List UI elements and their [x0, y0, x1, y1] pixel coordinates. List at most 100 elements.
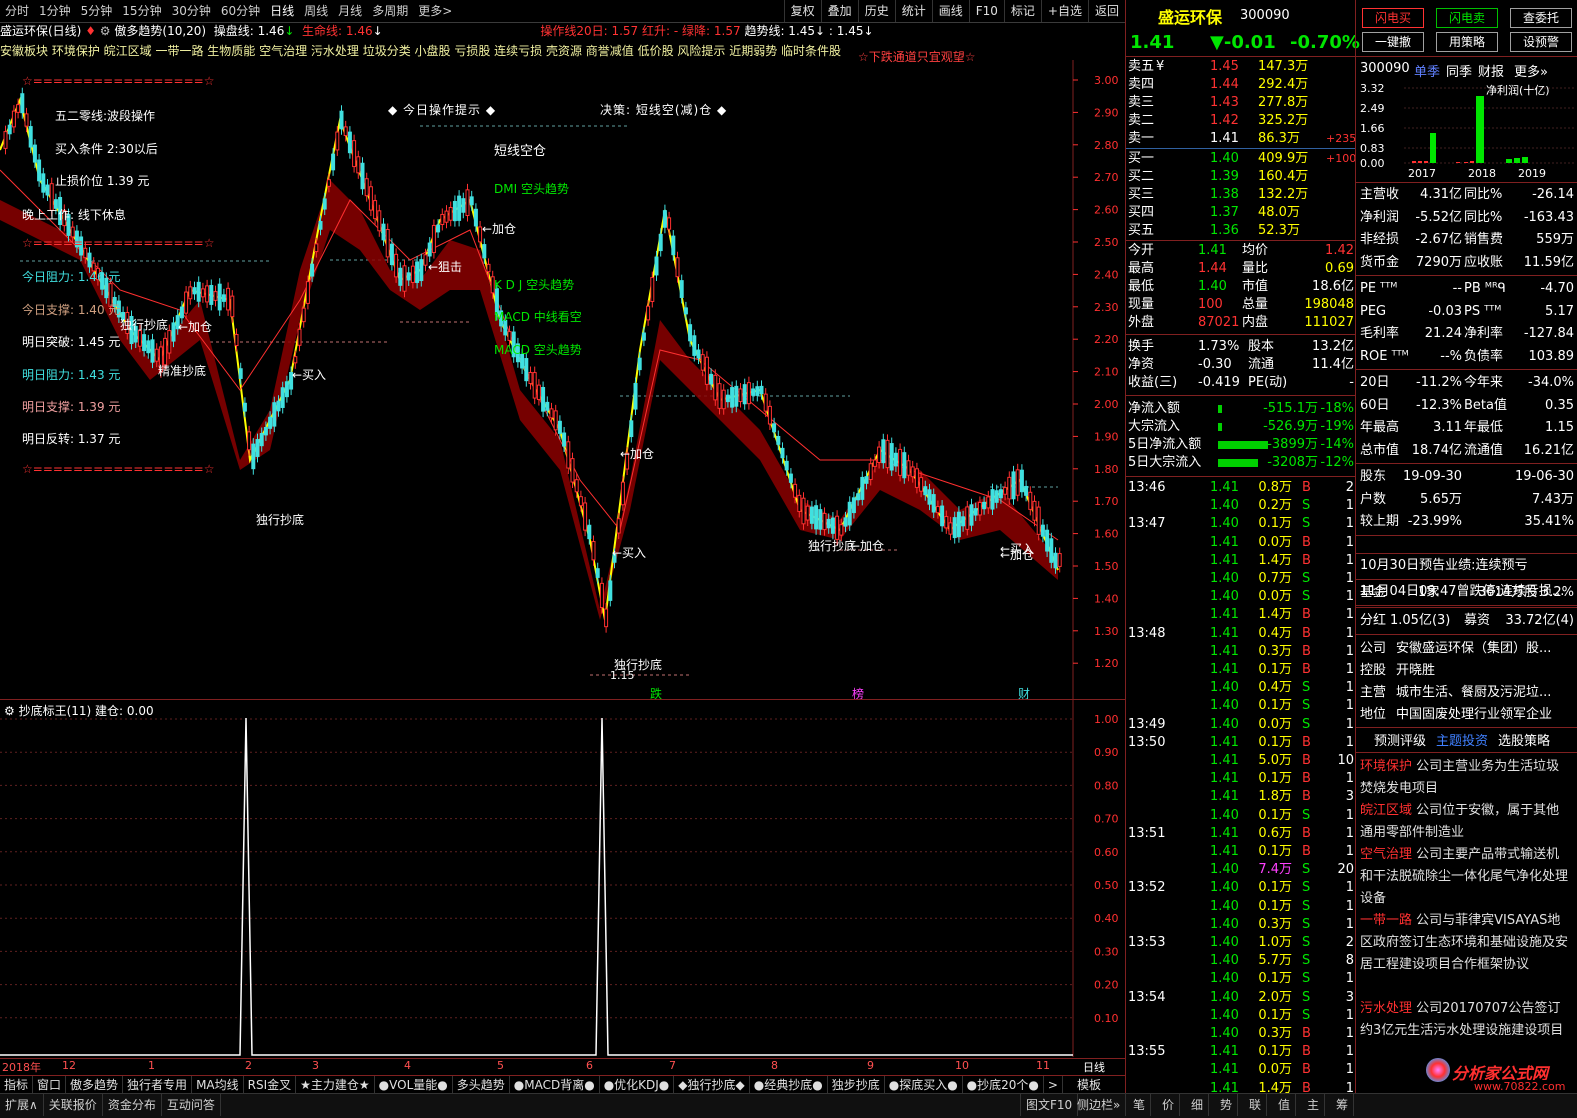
tab-daily[interactable]: 日线	[265, 0, 299, 22]
theme-item[interactable]: 一带一路 公司与菲律宾VISAYAS地区政府签订生态环境和基础设施及安居工程建设…	[1360, 910, 1572, 976]
tab-kdj[interactable]: ●优化KDJ●	[600, 1076, 675, 1094]
set-alert-button[interactable]: 设预警	[1510, 32, 1572, 52]
bid-row[interactable]: 买四 1.37 48.0万	[1126, 204, 1356, 222]
tab-vol[interactable]: ●VOL量能●	[375, 1076, 453, 1094]
bid-row[interactable]: 买三 1.38 132.2万	[1126, 186, 1356, 204]
theme-item[interactable]: 皖江区域 公司位于安徽，属于其他通用零部件制造业	[1360, 800, 1572, 844]
tab-duxing[interactable]: 独行者专用	[123, 1076, 193, 1094]
tab-duotou[interactable]: 多头趋势	[453, 1076, 510, 1094]
tab-aoduo[interactable]: 傲多趋势	[66, 1076, 124, 1094]
tab-zhuli[interactable]: ★主力建仓★	[296, 1076, 375, 1094]
tab-duxing-chaodi[interactable]: ◆独行抄底◆	[674, 1076, 750, 1094]
tick-row: 1.40 0.3万 S 1	[1126, 916, 1356, 934]
tab-1min[interactable]: 1分钟	[34, 0, 76, 22]
ask-row[interactable]: 卖二 1.42 325.2万	[1126, 112, 1356, 130]
tab-scroll-right[interactable]: >	[1044, 1076, 1063, 1094]
mark-button[interactable]: 标记	[1003, 0, 1041, 22]
tab-30min[interactable]: 30分钟	[167, 0, 216, 22]
theme-item[interactable]: 环境保护 公司主营业务为生活垃圾焚烧发电项目	[1360, 756, 1572, 800]
candle	[1028, 491, 1033, 510]
tab-tandi[interactable]: ●探底买入●	[885, 1076, 963, 1094]
stats-button[interactable]: 统计	[894, 0, 932, 22]
tab-weekly[interactable]: 周线	[299, 0, 333, 22]
candle	[368, 186, 373, 211]
div-value: 1.05亿(3)	[1390, 613, 1451, 628]
tab-indicator[interactable]: 指标	[0, 1076, 34, 1094]
restore-rights-button[interactable]: 复权	[783, 0, 821, 22]
sidebar-button[interactable]: 侧边栏»	[1072, 1094, 1127, 1116]
news-forecast[interactable]: 10月30日预告业绩:连续预亏	[1360, 555, 1572, 577]
settings-icon[interactable]: ⚙	[100, 24, 111, 38]
bid-row[interactable]: 买一 1.40 409.9万 +100	[1126, 150, 1356, 168]
back-button[interactable]: 返回	[1087, 0, 1125, 22]
f10-value: -0.03	[1428, 303, 1462, 319]
related-quote-button[interactable]: 关联报价	[44, 1094, 103, 1116]
fund-dist-button[interactable]: 资金分布	[103, 1094, 162, 1116]
tab-15min[interactable]: 15分钟	[117, 0, 166, 22]
tab-jingdian[interactable]: ●经典抄底●	[750, 1076, 828, 1094]
signal-add-4: ←加仓	[850, 539, 885, 553]
f10-text-button[interactable]: 图文F10	[1020, 1094, 1079, 1116]
watermark-url: www.70822.com	[1474, 1080, 1566, 1093]
use-strategy-button[interactable]: 用策略	[1436, 32, 1498, 52]
tick-row: 13:48 1.41 0.4万 B 1	[1126, 625, 1356, 643]
price-tick: 2.60	[1094, 204, 1119, 217]
tab-more[interactable]: 更多>	[413, 0, 457, 22]
tick-direction: B	[1302, 643, 1311, 659]
tab-window[interactable]: 窗口	[33, 1076, 67, 1094]
tick-count: 1	[1345, 825, 1354, 841]
sub-indicator-chart[interactable]: 1.00 0.90 0.80 0.70 0.60 0.50 0.40 0.30 0.20 0.10	[0, 700, 1125, 1057]
f10-button[interactable]: F10	[968, 0, 1004, 22]
theme-item[interactable]: 污水处理 公司20170707公告签订约3亿元生活污水处理设施建设项目	[1360, 998, 1572, 1042]
ask-row[interactable]: 卖一 1.41 86.3万 +235	[1126, 130, 1356, 148]
bid-row[interactable]: 买二 1.39 160.4万	[1126, 168, 1356, 186]
flash-buy-button[interactable]: 闪电买	[1362, 8, 1424, 28]
kdj-hint: K D J 空头趋势	[494, 278, 575, 292]
flash-sell-button[interactable]: 闪电卖	[1436, 8, 1498, 28]
kline-chart[interactable]: 3.00 2.90 2.80 2.70 2.60 2.50 2.40 2.30 2.20 2.10…	[0, 60, 1125, 700]
tab-fenshi[interactable]: 分时	[0, 0, 34, 22]
candle	[314, 243, 319, 253]
tick-count: 1	[1345, 734, 1354, 750]
tab-stock-strategy[interactable]: 选股策略	[1498, 730, 1550, 749]
tab-multi-period[interactable]: 多周期	[367, 0, 413, 22]
tab-forecast-rating[interactable]: 预测评级	[1374, 730, 1426, 749]
tab-ma[interactable]: MA均线	[192, 1076, 244, 1094]
candle	[209, 284, 214, 305]
indicator-name[interactable]: 傲多趋势(10,20)	[114, 24, 206, 38]
candle	[11, 110, 16, 128]
template-button[interactable]: 模板	[1073, 1076, 1105, 1094]
tick-direction: S	[1302, 498, 1311, 514]
tab-dubu[interactable]: 独步抄底	[828, 1076, 885, 1094]
tab-monthly[interactable]: 月线	[333, 0, 367, 22]
tick-volume: 0.3万	[1258, 916, 1292, 932]
op20-value: 操作线20日: 1.57	[540, 24, 639, 38]
currency-mark: ¥	[1156, 59, 1165, 74]
theme-item[interactable]: 空气治理 公司主要产品带式输送机和干法脱硫除尘一体化尾气净化处理设备	[1360, 844, 1572, 910]
draw-line-button[interactable]: 画线	[931, 0, 969, 22]
candle	[730, 387, 735, 408]
tab-theme-invest[interactable]: 主题投资	[1436, 730, 1488, 749]
add-watchlist-button[interactable]: +自选	[1040, 0, 1088, 22]
tab-rsi[interactable]: RSI金叉	[244, 1076, 297, 1094]
ask-row[interactable]: 卖四 1.44 292.4万	[1126, 76, 1356, 94]
bid-price: 1.36	[1210, 223, 1239, 238]
ask-row[interactable]: 卖五 ¥1.45 147.3万	[1126, 58, 1356, 76]
cancel-all-button[interactable]: 一键撤	[1362, 32, 1424, 52]
f10-value: -11.2%	[1416, 375, 1462, 390]
qa-button[interactable]: 互动问答	[162, 1094, 221, 1116]
expand-button[interactable]: 扩展∧	[0, 1094, 44, 1116]
ask-row[interactable]: 卖三 1.43 277.8万	[1126, 94, 1356, 112]
query-orders-button[interactable]: 查委托	[1510, 8, 1572, 28]
candle	[541, 387, 546, 412]
overlay-button[interactable]: 叠加	[820, 0, 858, 22]
bid-label: 买五	[1128, 223, 1155, 238]
history-button[interactable]: 历史	[857, 0, 895, 22]
candle	[410, 265, 415, 283]
bid-row[interactable]: 买五 1.36 52.3万	[1126, 222, 1356, 240]
tab-60min[interactable]: 60分钟	[216, 0, 265, 22]
tab-chaodi20[interactable]: ●抄底20个●	[963, 1076, 1044, 1094]
tab-macd[interactable]: ●MACD背离●	[510, 1076, 600, 1094]
decision-hint: 决策: 短线空(减)仓 ◆	[600, 103, 728, 117]
tab-5min[interactable]: 5分钟	[76, 0, 118, 22]
